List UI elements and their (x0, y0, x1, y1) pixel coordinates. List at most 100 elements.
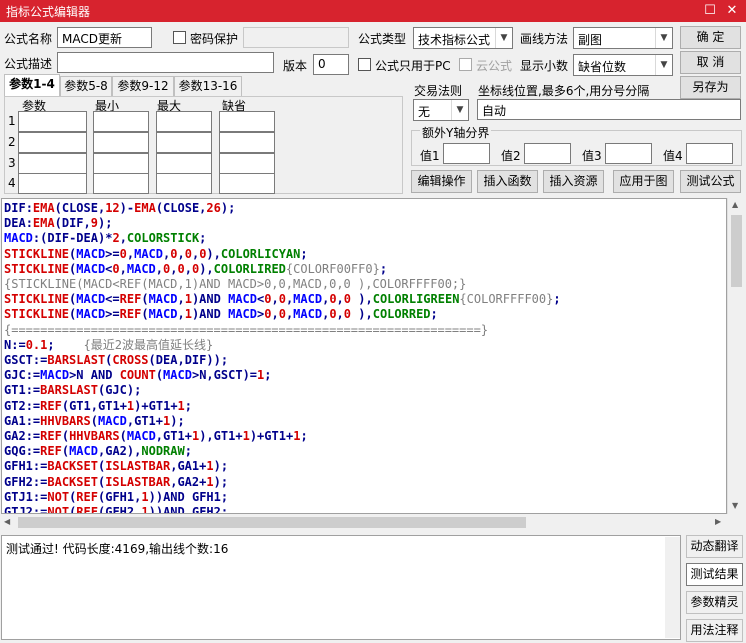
param-2-max[interactable] (156, 132, 212, 153)
param-3-max[interactable] (156, 153, 212, 174)
param-3-name[interactable] (18, 153, 87, 174)
code-line[interactable]: DIF:EMA(CLOSE,12)-EMA(CLOSE,26); (4, 201, 724, 216)
password-checkbox[interactable] (173, 31, 186, 44)
scroll-down-icon[interactable]: ▼ (732, 501, 738, 510)
decimals-value: 缺省位数 (578, 60, 627, 74)
cloud-checkbox[interactable] (459, 58, 472, 71)
pc-only-checkbox[interactable] (358, 58, 371, 71)
decimals-label: 显示小数 (520, 59, 569, 73)
code-line[interactable]: STICKLINE(MACD<0,MACD,0,0,0),COLORLIRED{… (4, 262, 724, 277)
code-line[interactable]: {=======================================… (4, 323, 724, 338)
version-label: 版本 (283, 59, 308, 73)
code-line[interactable]: GQG:=REF(MACD,GA2),NODRAW; (4, 444, 724, 459)
param-4-max[interactable] (156, 173, 212, 194)
code-content[interactable]: DIF:EMA(CLOSE,12)-EMA(CLOSE,26); DEA:EMA(… (2, 199, 726, 513)
param-4-default[interactable] (219, 173, 275, 194)
cancel-button[interactable]: 取 消 (680, 51, 741, 74)
y-value-1-input[interactable] (443, 143, 490, 164)
param-2-default[interactable] (219, 132, 275, 153)
code-line[interactable]: DEA:EMA(DIF,9); (4, 216, 724, 231)
version-input[interactable]: 0 (313, 54, 349, 75)
result-scrollbar[interactable] (665, 537, 680, 638)
scroll-right-icon[interactable]: ▶ (715, 517, 721, 526)
scrollbar-thumb[interactable] (18, 517, 526, 528)
param-3-min[interactable] (93, 153, 149, 174)
param-1-default[interactable] (219, 111, 275, 132)
draw-method-select[interactable]: 副图 ▼ (573, 27, 673, 49)
param-2-name[interactable] (18, 132, 87, 153)
password-label: 密码保护 (190, 32, 239, 46)
draw-method-label: 画线方法 (520, 32, 569, 46)
param-1-name[interactable] (18, 111, 87, 132)
test-result-panel: 测试通过! 代码长度:4169,输出线个数:16 (1, 535, 681, 640)
y-value-4-input[interactable] (686, 143, 733, 164)
scroll-left-icon[interactable]: ◀ (4, 517, 10, 526)
restore-icon[interactable]: ☐ (700, 2, 720, 20)
code-line[interactable]: STICKLINE(MACD>=0,MACD,0,0,0),COLORLICYA… (4, 247, 724, 262)
tab-params-13-16[interactable]: 参数13-16 (174, 76, 242, 96)
code-line[interactable]: GT2:=REF(GT1,GT1+1)+GT1+1; (4, 399, 724, 414)
insert-resource-button[interactable]: 插入资源 (543, 170, 604, 193)
trade-rule-select[interactable]: 无 ▼ (413, 99, 469, 121)
code-line[interactable]: GTJ2:=NOT(REF(GFH2,1))AND GFH2; (4, 505, 724, 513)
decimals-select[interactable]: 缺省位数 ▼ (573, 54, 673, 76)
param-1-min[interactable] (93, 111, 149, 132)
edit-operation-button[interactable]: 编辑操作 (411, 170, 472, 193)
code-line[interactable]: GFH1:=BACKSET(ISLASTBAR,GA1+1); (4, 459, 724, 474)
tab-params-9-12[interactable]: 参数9-12 (112, 76, 174, 96)
close-icon[interactable]: ✕ (722, 2, 742, 20)
cloud-label: 云公式 (476, 59, 513, 73)
usage-notes-button[interactable]: 用法注释 (686, 619, 743, 642)
param-1-max[interactable] (156, 111, 212, 132)
param-wizard-button[interactable]: 参数精灵 (686, 591, 743, 614)
param-3-default[interactable] (219, 153, 275, 174)
y-value-2-input[interactable] (524, 143, 571, 164)
code-line[interactable]: GSCT:=BARSLAST(CROSS(DEA,DIF)); (4, 353, 724, 368)
password-input[interactable] (243, 27, 349, 48)
chevron-down-icon: ▼ (655, 28, 672, 48)
code-line[interactable]: STICKLINE(MACD>=REF(MACD,1)AND MACD>0,0,… (4, 307, 724, 322)
param-row-number: 3 (8, 156, 16, 170)
coord-line-label: 坐标线位置,最多6个,用分号分隔 (478, 84, 650, 98)
formula-type-select[interactable]: 技术指标公式 ▼ (413, 27, 513, 49)
code-line[interactable]: GT1:=BARSLAST(GJC); (4, 383, 724, 398)
formula-name-input[interactable]: MACD更新 (57, 27, 152, 48)
y-value-3-input[interactable] (605, 143, 652, 164)
code-line[interactable]: STICKLINE(MACD<=REF(MACD,1)AND MACD<0,0,… (4, 292, 724, 307)
chevron-down-icon: ▼ (495, 28, 512, 48)
dynamic-translate-button[interactable]: 动态翻译 (686, 535, 743, 558)
code-line[interactable]: N:=0.1; {最近2波最高值延长线} (4, 338, 724, 353)
apply-to-chart-button[interactable]: 应用于图 (613, 170, 674, 193)
code-line[interactable]: GFH2:=BACKSET(ISLASTBAR,GA2+1); (4, 475, 724, 490)
param-4-min[interactable] (93, 173, 149, 194)
param-4-name[interactable] (18, 173, 87, 194)
y-value-1-label: 值1 (420, 149, 440, 163)
formula-type-value: 技术指标公式 (418, 33, 491, 47)
test-formula-button[interactable]: 测试公式 (680, 170, 741, 193)
formula-type-label: 公式类型 (358, 32, 407, 46)
code-line[interactable]: GTJ1:=NOT(REF(GFH1,1))AND GFH1; (4, 490, 724, 505)
editor-vertical-scrollbar[interactable]: ▲ ▼ (727, 198, 744, 514)
tab-params-1-4[interactable]: 参数1-4 (4, 74, 60, 96)
scroll-up-icon[interactable]: ▲ (732, 200, 738, 209)
insert-function-button[interactable]: 插入函数 (477, 170, 538, 193)
code-editor[interactable]: DIF:EMA(CLOSE,12)-EMA(CLOSE,26); DEA:EMA(… (1, 198, 727, 514)
test-result-button[interactable]: 测试结果 (686, 563, 743, 586)
y-value-3-label: 值3 (582, 149, 602, 163)
extra-y-axis-title: 额外Y轴分界 (420, 124, 492, 141)
ok-button[interactable]: 确 定 (680, 26, 741, 49)
editor-horizontal-scrollbar[interactable]: ◀ ▶ (1, 514, 727, 531)
code-line[interactable]: GA1:=HHVBARS(MACD,GT1+1); (4, 414, 724, 429)
code-line[interactable]: GA2:=REF(HHVBARS(MACD,GT1+1),GT1+1)+GT1+… (4, 429, 724, 444)
coord-line-input[interactable]: 自动 (477, 99, 741, 120)
code-line[interactable]: GJC:=MACD>N AND COUNT(MACD>N,GSCT)=1; (4, 368, 724, 383)
save-as-button[interactable]: 另存为 (680, 76, 741, 99)
title-bar: 指标公式编辑器 ☐ ✕ (0, 0, 746, 22)
tab-params-5-8[interactable]: 参数5-8 (60, 76, 112, 96)
code-line[interactable]: MACD:(DIF-DEA)*2,COLORSTICK; (4, 231, 724, 246)
param-2-min[interactable] (93, 132, 149, 153)
formula-name-label: 公式名称 (4, 32, 53, 46)
code-line[interactable]: {STICKLINE(MACD<REF(MACD,1)AND MACD>0,0,… (4, 277, 724, 292)
formula-desc-input[interactable] (57, 52, 274, 73)
scrollbar-thumb[interactable] (731, 215, 742, 287)
